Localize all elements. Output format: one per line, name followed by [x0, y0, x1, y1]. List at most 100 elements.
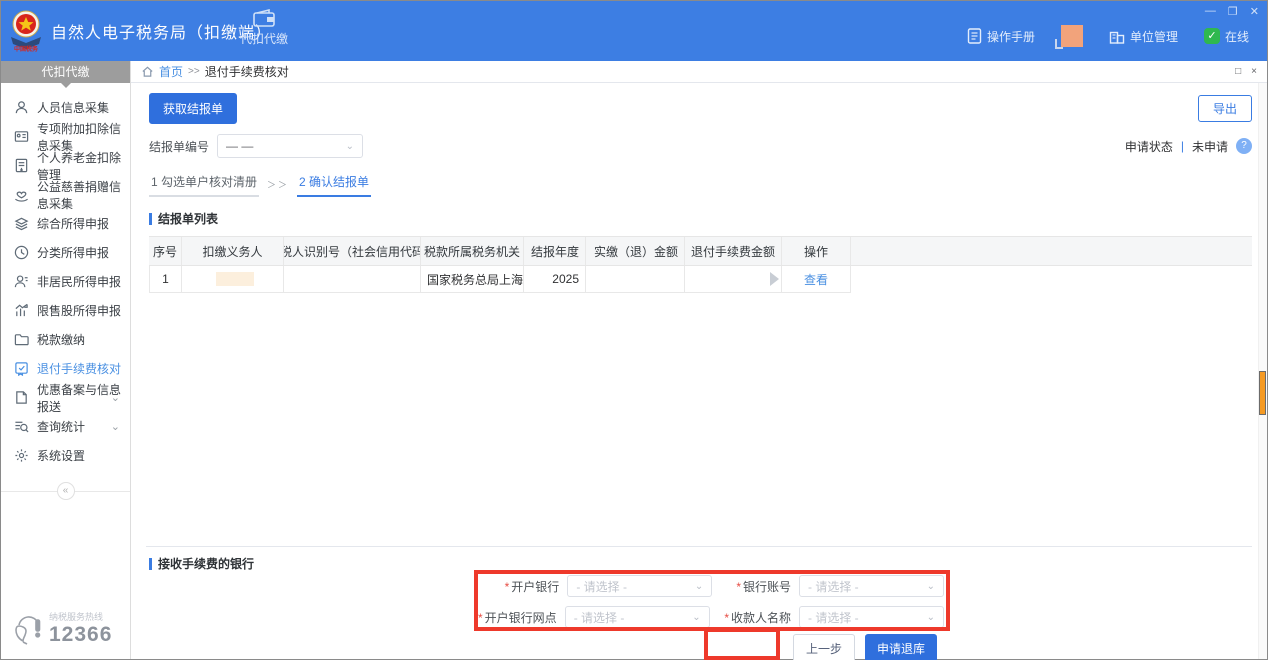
chevron-down-icon: ⌄	[692, 612, 700, 623]
sidebar-item-special-deduction[interactable]: 专项附加扣除信息采集	[1, 122, 130, 151]
chevron-down-icon: ⌄	[111, 420, 120, 433]
sidebar-item-label: 税款缴纳	[37, 331, 85, 348]
report-no-label: 结报单编号	[149, 138, 209, 155]
fetch-report-button[interactable]: 获取结报单	[149, 93, 237, 124]
content-area: 获取结报单 导出 结报单编号 — — ⌄ 申请状态 | 未申请	[131, 83, 1267, 659]
person-icon	[14, 100, 29, 115]
manual-label: 操作手册	[987, 28, 1035, 45]
cell-year: 2025	[524, 266, 586, 293]
sidebar-collapse-button[interactable]: «	[57, 482, 75, 500]
tab-withholding-label: 代扣代缴	[240, 32, 288, 46]
chevron-down-icon: ⌄	[927, 612, 935, 623]
view-link[interactable]: 查看	[804, 271, 828, 288]
unit-management-label: 单位管理	[1130, 28, 1178, 45]
tax-bureau-logo-icon: 中国税务	[7, 9, 45, 55]
verify-book-icon	[14, 361, 29, 376]
cell-seq: 1	[149, 266, 182, 293]
bank-form: *开户银行 - 请选择 - ⌄ *银行账号 - 请选择 - ⌄	[478, 575, 944, 637]
payee-name-value: - 请选择 -	[808, 609, 859, 626]
scrollbar-track[interactable]	[1258, 83, 1267, 659]
table-section-title: 结报单列表	[149, 210, 1252, 227]
id-card-icon	[14, 129, 29, 144]
step-2-tab[interactable]: 2 确认结报单	[297, 170, 371, 197]
sidebar-item-label: 综合所得申报	[37, 215, 109, 232]
chevron-down-icon: ⌄	[346, 141, 354, 152]
cell-refund-fee	[685, 266, 782, 293]
online-label: 在线	[1225, 28, 1249, 45]
status-divider: |	[1181, 139, 1184, 153]
required-mark: *	[505, 580, 510, 594]
tab-withholding[interactable]: 代扣代缴	[229, 9, 299, 47]
sidebar-item-refund-fee-check[interactable]: 退付手续费核对	[1, 354, 130, 383]
restore-button[interactable]: ❐	[1228, 5, 1238, 18]
cell-paid-amount	[586, 266, 685, 293]
report-no-value: — —	[226, 139, 253, 153]
online-status[interactable]: ✓ 在线	[1204, 28, 1249, 45]
sidebar-item-label: 分类所得申报	[37, 244, 109, 261]
scrollbar-thumb[interactable]	[1259, 371, 1266, 415]
assistant-widget-icon[interactable]	[1061, 25, 1083, 47]
col-authority: 税款所属税务机关	[421, 237, 524, 265]
bottom-buttons: 上一步 申请退库	[131, 634, 937, 660]
cell-action: 查看	[782, 266, 851, 293]
required-mark: *	[736, 580, 741, 594]
hotline-number: 12366	[49, 623, 112, 647]
step-1-tab[interactable]: 1 勾选单户核对清册	[149, 170, 259, 197]
unit-management-button[interactable]: 单位管理	[1109, 28, 1178, 45]
donation-hands-icon	[14, 187, 29, 202]
bank-branch-label: 开户银行网点	[485, 611, 557, 625]
bank-name-select[interactable]: - 请选择 - ⌄	[567, 575, 712, 597]
bank-account-select[interactable]: - 请选择 - ⌄	[799, 575, 944, 597]
sidebar-item-label: 限售股所得申报	[37, 302, 121, 319]
sidebar-item-classified-income[interactable]: 分类所得申报	[1, 238, 130, 267]
sidebar-item-personnel-info[interactable]: 人员信息采集	[1, 93, 130, 122]
apply-refund-button[interactable]: 申请退库	[865, 634, 937, 660]
sidebar-item-charity-donation[interactable]: 公益慈善捐赠信息采集	[1, 180, 130, 209]
section-bar	[149, 558, 152, 570]
help-icon[interactable]: ?	[1236, 138, 1252, 154]
search-list-icon	[14, 419, 29, 434]
sidebar-item-label: 非居民所得申报	[37, 273, 121, 290]
close-button[interactable]: ✕	[1250, 5, 1259, 18]
headset-icon	[13, 611, 43, 647]
sidebar-item-nonresident-income[interactable]: 非居民所得申报	[1, 267, 130, 296]
chevron-down-icon: ⌄	[695, 581, 703, 592]
sidebar-item-query-statistics[interactable]: 查询统计 ⌄	[1, 412, 130, 441]
app-window: 中国税务 自然人电子税务局（扣缴端） 代扣代缴 操作手册	[0, 0, 1268, 660]
bank-branch-value: - 请选择 -	[574, 609, 625, 626]
report-no-select[interactable]: — — ⌄	[217, 134, 363, 158]
row-expand-arrow-icon[interactable]	[770, 272, 779, 286]
sidebar-item-tax-payment[interactable]: 税款缴纳	[1, 325, 130, 354]
building-icon	[1109, 29, 1125, 44]
layers-icon	[14, 216, 29, 231]
panel-close-button[interactable]: ×	[1251, 66, 1257, 77]
sidebar-item-system-settings[interactable]: 系统设置	[1, 441, 130, 470]
report-table: 序号 扣缴义务人 纳税人识别号（社会信用代码） 税款所属税务机关 结报年度 实缴…	[149, 236, 1252, 293]
export-button[interactable]: 导出	[1198, 95, 1252, 122]
col-spacer	[851, 237, 1252, 265]
file-icon	[14, 390, 29, 405]
svg-text:中国税务: 中国税务	[14, 45, 39, 53]
breadcrumb-separator: >>	[188, 66, 200, 77]
table-row: 1 国家税务总局上海市... 2025 查看	[149, 266, 1252, 293]
apply-status-label: 申请状态	[1125, 138, 1173, 155]
previous-step-button[interactable]: 上一步	[793, 634, 855, 660]
sidebar-item-pension-deduction[interactable]: 个人养老金扣除管理	[1, 151, 130, 180]
sidebar-item-label: 查询统计	[37, 418, 85, 435]
sidebar-item-restricted-shares[interactable]: 限售股所得申报	[1, 296, 130, 325]
col-year: 结报年度	[524, 237, 586, 265]
col-taxpayer-id: 纳税人识别号（社会信用代码）	[284, 237, 421, 265]
payee-name-select[interactable]: - 请选择 - ⌄	[799, 606, 944, 628]
breadcrumb-home[interactable]: 首页	[159, 63, 183, 80]
panel-restore-button[interactable]: □	[1235, 66, 1241, 77]
minimize-button[interactable]: —	[1205, 5, 1216, 18]
home-icon	[141, 65, 154, 78]
manual-button[interactable]: 操作手册	[967, 28, 1035, 45]
bank-branch-select[interactable]: - 请选择 - ⌄	[565, 606, 710, 628]
payee-name-label: 收款人名称	[731, 611, 791, 625]
sidebar-item-comprehensive-income[interactable]: 综合所得申报	[1, 209, 130, 238]
section-divider	[146, 546, 1252, 547]
sidebar-item-preferential-filing[interactable]: 优惠备案与信息报送 ⌄	[1, 383, 130, 412]
title-bar: 中国税务 自然人电子税务局（扣缴端） 代扣代缴 操作手册	[1, 1, 1267, 61]
apply-status-value: 未申请	[1192, 138, 1228, 155]
